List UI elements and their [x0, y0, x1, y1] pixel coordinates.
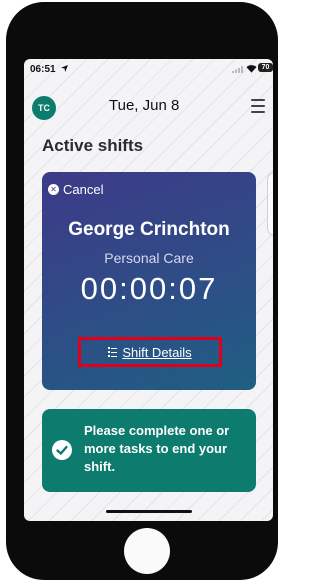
app-screen: 06:51 70 TC Tue, Jun 8 Active shifts ✕ C…: [24, 59, 273, 521]
tasks-notice: Please complete one or more tasks to end…: [42, 409, 256, 492]
location-arrow-icon: [61, 65, 68, 72]
client-name: George Crinchton: [68, 219, 230, 240]
home-button[interactable]: [124, 528, 170, 574]
notice-text: Please complete one or more tasks to end…: [84, 423, 230, 474]
header-date: Tue, Jun 8: [109, 97, 180, 114]
home-indicator[interactable]: [106, 510, 192, 513]
service-type: Personal Care: [104, 250, 194, 266]
active-shift-card: ✕ Cancel George Crinchton Personal Care …: [42, 172, 256, 390]
next-shift-card-peek[interactable]: [267, 172, 273, 236]
shift-details-label: Shift Details: [122, 344, 192, 360]
shift-timer: 00:00:07: [80, 271, 218, 306]
signal-icon: [232, 66, 243, 73]
page-title: Active shifts: [42, 136, 144, 155]
avatar[interactable]: TC: [32, 96, 56, 120]
close-circle-icon: ✕: [48, 184, 59, 195]
check-circle-icon: [52, 440, 72, 460]
wifi-icon: [246, 65, 257, 73]
battery-icon: 70: [258, 63, 273, 72]
cancel-button[interactable]: ✕ Cancel: [48, 182, 103, 197]
hamburger-menu-icon[interactable]: [251, 99, 265, 117]
list-icon: [108, 347, 118, 357]
status-time: 06:51: [30, 64, 56, 75]
cancel-label: Cancel: [63, 182, 104, 197]
status-bar: 06:51 70: [24, 59, 273, 77]
phone-frame: 06:51 70 TC Tue, Jun 8 Active shifts ✕ C…: [6, 2, 278, 580]
shift-details-button[interactable]: Shift Details: [78, 337, 222, 367]
